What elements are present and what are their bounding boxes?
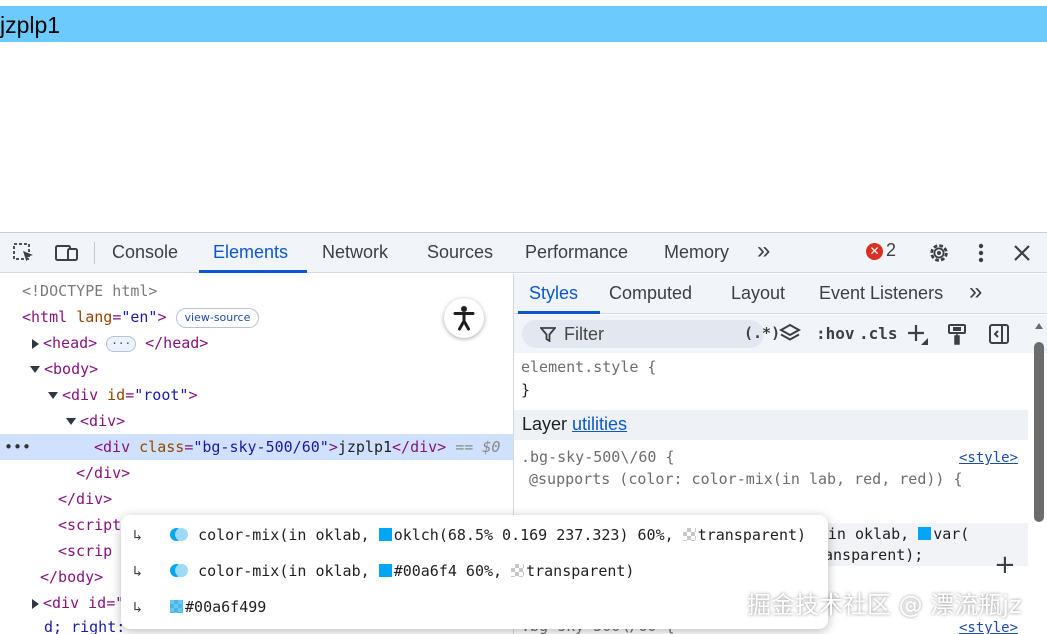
tab-console[interactable]: Console xyxy=(112,242,178,263)
dom-div-close[interactable]: </div> xyxy=(0,460,513,486)
view-source-button[interactable]: view-source xyxy=(175,307,260,328)
dom-root-div-node[interactable]: <div id="root"> xyxy=(0,382,513,408)
dom-doctype[interactable]: <!DOCTYPE html> xyxy=(0,278,513,304)
filter-icon xyxy=(540,327,556,342)
filter-input[interactable]: Filter (.*) xyxy=(522,320,780,348)
add-property-plus-icon[interactable]: + xyxy=(994,550,1016,580)
color-swatch-icon xyxy=(378,528,392,541)
color-mix-swatch-icon xyxy=(170,564,189,578)
hover-state-toggle[interactable]: :hov xyxy=(816,324,855,343)
collapse-triangle-icon[interactable] xyxy=(48,392,58,399)
tab-sources[interactable]: Sources xyxy=(427,242,493,263)
tooltip-row: ↳ color-mix(in oklab, oklch(68.5% 0.169 … xyxy=(133,526,807,544)
styles-subtoolbar: Styles Computed Layout Event Listeners » xyxy=(514,274,1047,314)
dom-body-node[interactable]: <body> xyxy=(0,356,513,382)
close-icon[interactable] xyxy=(1010,242,1034,264)
transparent-swatch-icon xyxy=(682,528,696,541)
collapse-triangle-icon[interactable] xyxy=(66,418,76,425)
device-toolbar-icon[interactable] xyxy=(54,242,78,264)
scrollbar-thumb[interactable] xyxy=(1034,342,1044,522)
layer-header: Layer utilities xyxy=(514,410,1028,440)
new-rule-plus-icon[interactable] xyxy=(906,323,930,351)
tab-memory[interactable]: Memory xyxy=(664,242,729,263)
preview-text: jzplp1 xyxy=(0,12,61,38)
settings-gear-icon[interactable] xyxy=(927,242,951,264)
inspect-element-icon[interactable] xyxy=(12,242,36,264)
regex-toggle[interactable]: (.*) xyxy=(744,324,780,342)
element-style-close: } xyxy=(521,381,531,399)
collapsed-children-button[interactable]: ··· xyxy=(106,335,137,352)
expand-triangle-icon[interactable] xyxy=(32,338,39,349)
transparent-swatch-icon xyxy=(511,564,525,577)
dom-head-node[interactable]: <head> ··· </head> xyxy=(0,330,513,356)
style-source-link[interactable]: <style> xyxy=(959,450,1018,466)
layers-icon[interactable] xyxy=(778,323,802,349)
paint-roller-icon[interactable] xyxy=(946,323,968,349)
active-tab-indicator xyxy=(199,270,307,273)
dom-root-div-close[interactable]: </div> xyxy=(0,486,513,512)
watermark: 掘金技术社区 @ 漂流瓶jz xyxy=(747,591,1022,619)
element-style-rule[interactable]: element.style { xyxy=(521,358,656,376)
tooltip-row: ↳ #00a6f499 xyxy=(133,598,267,616)
tab-performance[interactable]: Performance xyxy=(525,242,628,263)
toggle-sidebar-icon[interactable] xyxy=(988,323,1010,349)
tab-layout[interactable]: Layout xyxy=(731,283,785,304)
color-swatch-icon xyxy=(378,564,392,577)
color-swatch-icon xyxy=(170,600,184,613)
node-actions-dots-icon[interactable]: ••• xyxy=(4,434,31,460)
tab-network[interactable]: Network xyxy=(322,242,388,263)
property-value-continuation: ansparent); xyxy=(824,546,924,564)
styles-filter-bar: Filter (.*) :hov .cls xyxy=(514,315,1047,353)
tab-computed[interactable]: Computed xyxy=(609,283,692,304)
toolbar-separator xyxy=(94,242,95,264)
error-icon[interactable]: ✕ xyxy=(866,243,883,260)
rule-selector[interactable]: .bg-sky-500\/60 { xyxy=(521,448,675,466)
tooltip-row: ↳ color-mix(in oklab, #00a6f4 60%, trans… xyxy=(133,562,635,580)
more-subtabs-chevron-icon[interactable]: » xyxy=(969,278,982,306)
class-toggle[interactable]: .cls xyxy=(859,324,898,343)
layer-utilities-link[interactable]: utilities xyxy=(572,414,627,434)
active-subtab-indicator xyxy=(518,311,600,314)
tab-elements[interactable]: Elements xyxy=(213,242,288,263)
preview-banner: jzplp1 xyxy=(0,6,1047,42)
scrollbar[interactable] xyxy=(1033,322,1045,632)
dom-html-node[interactable]: <html lang="en"> view-source xyxy=(0,304,513,330)
expand-triangle-icon[interactable] xyxy=(32,598,39,609)
color-mix-swatch-icon xyxy=(170,528,189,542)
error-count[interactable]: 2 xyxy=(886,240,896,261)
collapse-triangle-icon[interactable] xyxy=(30,366,40,373)
devtools-toolbar: Console Elements Network Sources Perform… xyxy=(0,233,1047,273)
color-mix-tooltip: ↳ color-mix(in oklab, oklch(68.5% 0.169 … xyxy=(121,515,828,629)
style-source-link[interactable]: <style> xyxy=(959,620,1018,634)
dom-selected-node[interactable]: ••• <div class="bg-sky-500/60">jzplp1</d… xyxy=(0,434,513,460)
more-tabs-chevron-icon[interactable]: » xyxy=(757,237,770,265)
dom-div-node[interactable]: <div> xyxy=(0,408,513,434)
color-swatch-icon[interactable] xyxy=(918,527,932,540)
tab-styles[interactable]: Styles xyxy=(529,283,578,304)
more-options-icon[interactable] xyxy=(969,242,993,264)
supports-rule: @supports (color: color-mix(in lab, red,… xyxy=(529,470,963,488)
tab-event-listeners[interactable]: Event Listeners xyxy=(819,283,943,304)
